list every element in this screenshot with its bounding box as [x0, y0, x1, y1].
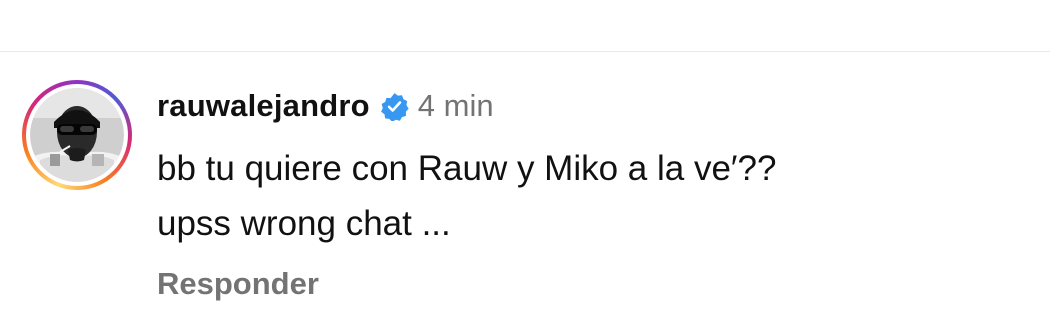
top-divider — [0, 51, 1050, 52]
comment: rauwalejandro 4 min bb tu quiere con Rau… — [157, 84, 1037, 248]
comment-header: rauwalejandro 4 min — [157, 84, 1037, 128]
comment-time: 4 min — [417, 88, 494, 123]
comment-text-line-1: bb tu quiere con Rauw y Miko a la ve′?? — [157, 149, 777, 188]
verified-badge-icon — [380, 92, 409, 121]
avatar[interactable] — [30, 88, 124, 182]
username[interactable]: rauwalejandro — [157, 88, 370, 124]
reply-button[interactable]: Responder — [157, 266, 319, 302]
avatar-ring-gap — [26, 84, 128, 186]
avatar-story-ring[interactable] — [22, 80, 132, 190]
comment-text-line-2: upss wrong chat ... — [157, 204, 451, 243]
